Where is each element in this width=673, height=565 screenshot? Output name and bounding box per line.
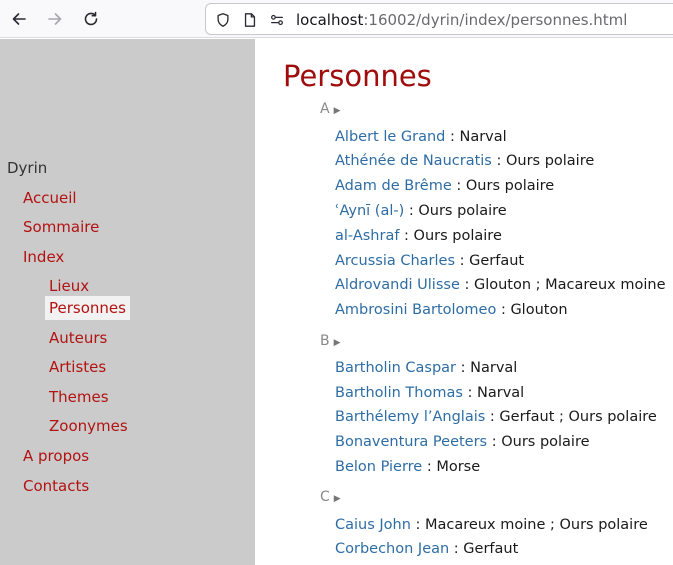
reload-icon	[84, 11, 98, 26]
forward-button[interactable]	[41, 5, 69, 33]
person-link[interactable]: Athénée de Naucratis	[335, 153, 492, 169]
list-item: Belon Pierre : Morse	[335, 457, 480, 477]
animal-list: : Narval	[445, 129, 507, 145]
list-item: Corbechon Jean : Gerfaut	[335, 539, 518, 559]
site-title: Dyrin	[7, 159, 48, 177]
address-bar[interactable]: localhost:16002/dyrin/index/personnes.ht…	[205, 3, 673, 35]
animal-list: : Gerfaut	[449, 541, 519, 557]
list-item: Bartholin Thomas : Narval	[335, 383, 524, 403]
expand-triangle-icon: ▶	[333, 494, 341, 504]
list-item: al-Ashraf : Ours polaire	[335, 226, 502, 246]
letter-toggle-b[interactable]: B ▶	[320, 333, 341, 349]
person-link[interactable]: Caius John	[335, 517, 411, 533]
animal-list: : Ours polaire	[491, 153, 595, 169]
animal-list: : Ours polaire	[404, 203, 507, 219]
list-item: Aldrovandi Ulisse : Glouton ; Macareux m…	[335, 275, 666, 295]
list-item: Bartholin Caspar : Narval	[335, 358, 517, 378]
person-link[interactable]: Ambrosini Bartolomeo	[335, 302, 496, 318]
list-item: Ambrosini Bartolomeo : Glouton	[335, 300, 568, 320]
list-item: Bonaventura Peeters : Ours polaire	[335, 432, 590, 452]
animal-list: : Glouton ; Macareux moine	[459, 277, 666, 293]
url-host: localhost	[296, 11, 364, 29]
animal-list: : Ours polaire	[399, 228, 502, 244]
animal-list: : Narval	[462, 385, 525, 401]
list-item: Caius John : Macareux moine ; Ours polai…	[335, 515, 648, 535]
person-link[interactable]: Barthélemy l’Anglais	[335, 409, 485, 425]
animal-list: : Morse	[422, 459, 481, 475]
person-link[interactable]: ʿAynī (al-)	[335, 203, 404, 219]
page-icon[interactable]	[241, 11, 259, 29]
expand-triangle-icon: ▶	[333, 338, 341, 348]
letter-label: A	[320, 101, 330, 117]
person-link[interactable]: Bonaventura Peeters	[335, 434, 487, 450]
sidebar-item-personnes[interactable]: Personnes	[45, 296, 130, 320]
person-link[interactable]: al-Ashraf	[335, 228, 399, 244]
main-content: Personnes A ▶ Albert le Grand : Narval At…	[255, 39, 673, 565]
person-link[interactable]: Corbechon Jean	[335, 541, 449, 557]
person-link[interactable]: Aldrovandi Ulisse	[335, 277, 460, 293]
person-link[interactable]: Bartholin Thomas	[335, 385, 463, 401]
list-item: ʿAynī (al-) : Ours polaire	[335, 201, 507, 221]
letter-toggle-c[interactable]: C ▶	[320, 489, 341, 505]
animal-list: : Macareux moine ; Ours polaire	[410, 517, 648, 533]
reload-button[interactable]	[77, 5, 105, 33]
sidebar-item-a-propos[interactable]: A propos	[23, 446, 89, 466]
animal-list: : Gerfaut	[455, 253, 525, 269]
list-item: Arcussia Charles : Gerfaut	[335, 251, 524, 271]
list-item: Albert le Grand : Narval	[335, 127, 507, 147]
browser-toolbar: localhost:16002/dyrin/index/personnes.ht…	[0, 0, 673, 38]
sidebar-item-artistes[interactable]: Artistes	[49, 357, 106, 377]
back-button[interactable]	[5, 5, 33, 33]
person-link[interactable]: Albert le Grand	[335, 129, 445, 145]
letter-label: B	[320, 333, 330, 349]
person-link[interactable]: Adam de Brême	[335, 178, 452, 194]
person-link[interactable]: Belon Pierre	[335, 459, 422, 475]
animal-list: : Ours polaire	[451, 178, 555, 194]
sidebar-item-accueil[interactable]: Accueil	[23, 188, 77, 208]
animal-list: : Glouton	[496, 302, 568, 318]
animal-list: : Narval	[456, 360, 518, 376]
expand-triangle-icon: ▶	[333, 106, 341, 116]
sidebar-item-zoonymes[interactable]: Zoonymes	[49, 416, 128, 436]
sidebar-item-sommaire[interactable]: Sommaire	[23, 217, 99, 237]
url-path: :16002/dyrin/index/personnes.html	[363, 11, 628, 29]
list-item: Athénée de Naucratis : Ours polaire	[335, 151, 594, 171]
list-item: Adam de Brême : Ours polaire	[335, 176, 554, 196]
sidebar-item-auteurs[interactable]: Auteurs	[49, 328, 107, 348]
animal-list: : Ours polaire	[487, 434, 590, 450]
sidebar-item-lieux[interactable]: Lieux	[49, 276, 89, 296]
person-link[interactable]: Arcussia Charles	[335, 253, 455, 269]
list-item: Barthélemy l’Anglais : Gerfaut ; Ours po…	[335, 407, 657, 427]
arrow-left-icon	[12, 13, 26, 25]
sidebar-item-themes[interactable]: Themes	[49, 387, 109, 407]
sidebar: Dyrin Accueil Sommaire Index Lieux Perso…	[0, 39, 255, 565]
letter-toggle-a[interactable]: A ▶	[320, 101, 341, 117]
connection-info-icon[interactable]	[268, 11, 286, 29]
person-link[interactable]: Bartholin Caspar	[335, 360, 456, 376]
sidebar-item-index[interactable]: Index	[23, 247, 64, 267]
page-title: Personnes	[283, 59, 432, 93]
letter-label: C	[320, 489, 330, 505]
url-text[interactable]: localhost:16002/dyrin/index/personnes.ht…	[296, 10, 627, 30]
sidebar-item-contacts[interactable]: Contacts	[23, 476, 89, 496]
arrow-right-icon	[48, 13, 62, 25]
shield-icon[interactable]	[214, 11, 232, 29]
animal-list: : Gerfaut ; Ours polaire	[485, 409, 657, 425]
